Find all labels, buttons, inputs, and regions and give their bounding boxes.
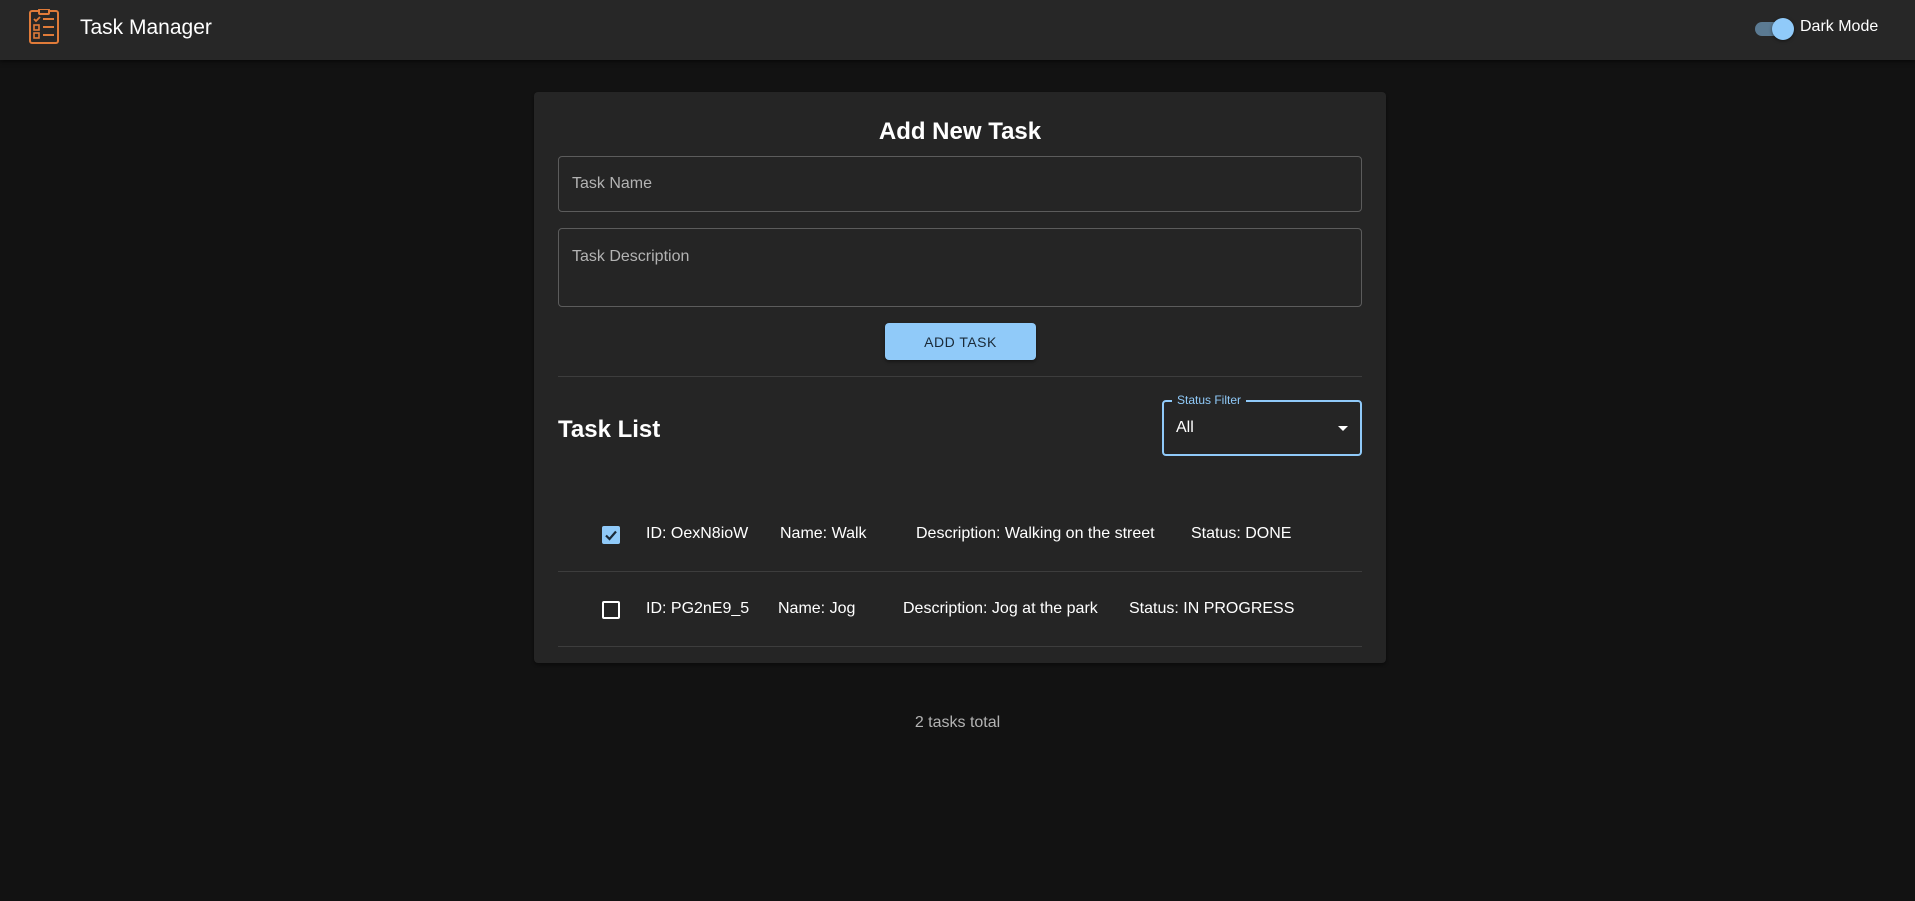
task-count: 2 tasks total: [914, 714, 1001, 731]
add-task-title: Add New Task: [878, 118, 1042, 145]
task-checkbox[interactable]: [602, 526, 620, 544]
task-description: Description: Walking on the street: [916, 525, 1155, 542]
task-name-input[interactable]: [558, 156, 1362, 212]
task-list-icon: [28, 8, 60, 45]
dropdown-arrow-icon: [1338, 426, 1348, 431]
task-row: ID: OexN8ioW Name: Walk Description: Wal…: [558, 497, 1362, 572]
status-filter-label: Status Filter: [1172, 393, 1247, 407]
task-name: Name: Walk: [780, 525, 867, 542]
dark-mode-label[interactable]: Dark Mode: [1800, 18, 1878, 36]
section-divider: [558, 376, 1362, 377]
task-id: ID: PG2nE9_5: [646, 600, 750, 617]
app-title: Task Manager: [80, 16, 212, 39]
task-status: Status: IN PROGRESS: [1129, 600, 1295, 617]
task-status: Status: DONE: [1191, 525, 1292, 542]
task-description-input[interactable]: [558, 228, 1362, 307]
task-description: Description: Jog at the park: [903, 600, 1098, 617]
task-row: ID: PG2nE9_5 Name: Jog Description: Jog …: [558, 572, 1362, 647]
task-id: ID: OexN8ioW: [646, 525, 749, 542]
task-card: Add New Task ADD TASK Task List Status F…: [534, 92, 1386, 663]
add-task-button[interactable]: ADD TASK: [885, 323, 1036, 360]
task-checkbox[interactable]: [602, 601, 620, 619]
task-list-title: Task List: [558, 416, 661, 443]
status-filter-select[interactable]: Status Filter All: [1162, 393, 1362, 456]
task-name: Name: Jog: [778, 600, 856, 617]
dark-mode-toggle[interactable]: [1753, 17, 1794, 40]
status-filter-value: All: [1176, 419, 1194, 436]
app-bar: Task Manager Dark Mode: [0, 0, 1915, 60]
toggle-thumb: [1772, 18, 1794, 40]
checkmark-icon: [605, 530, 617, 541]
